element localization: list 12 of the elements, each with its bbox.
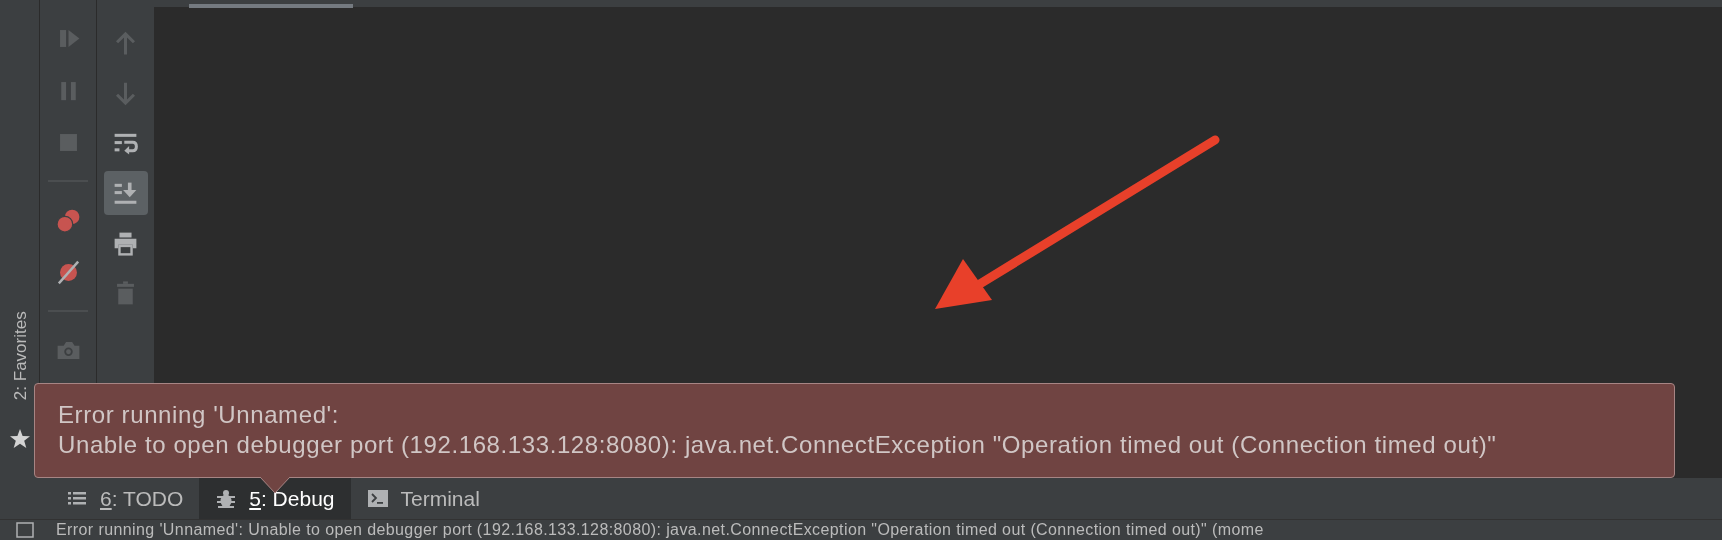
status-message: Error running 'Unnamed': Unable to open debugger port (192.168.133.128:8080): java.net.ConnectException "Operation timed out (Connection timed out)" (mome (56, 520, 1264, 540)
panel-toggle-icon[interactable] (16, 522, 34, 538)
favorites-tab[interactable]: 2: Favorites (8, 300, 32, 412)
tool-window-tab[interactable]: Terminal (350, 478, 496, 519)
tool-window-tab[interactable]: 5: Debug (199, 478, 351, 519)
terminal-icon (366, 487, 389, 510)
bug-icon (215, 487, 238, 510)
toggle-button[interactable] (103, 171, 148, 215)
error-title: Error running 'Unnamed': (58, 400, 340, 430)
tool-window-tab[interactable]: 6: TODO (50, 478, 200, 519)
star-icon (9, 428, 31, 450)
error-message: Unable to open debugger port (192.168.133.128:8080): java.net.ConnectException "Operation timed out (Connection timed out)" (58, 430, 1497, 460)
